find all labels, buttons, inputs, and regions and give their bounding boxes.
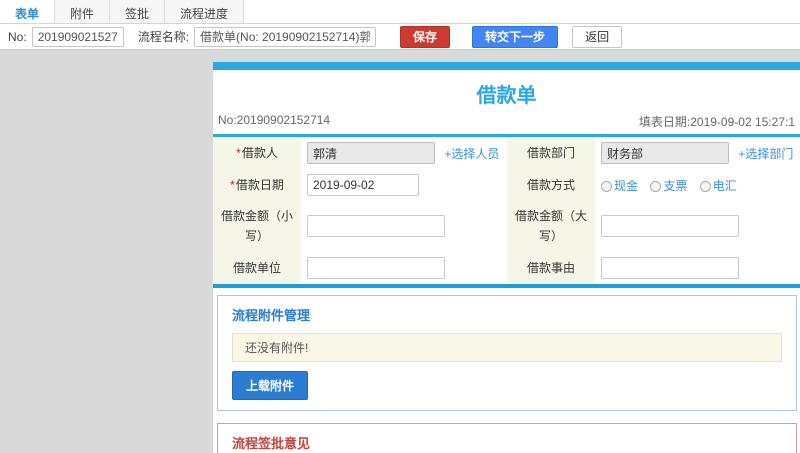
form-header-bar: No: 流程名称: 保存 转交下一步 返回 xyxy=(0,24,800,50)
required-mark: * xyxy=(230,177,235,192)
borrow-unit-input[interactable] xyxy=(307,256,445,279)
no-input[interactable] xyxy=(31,26,124,47)
tab-form[interactable]: 表单 xyxy=(0,0,56,23)
next-step-button[interactable]: 转交下一步 xyxy=(472,25,559,48)
table-row: *借款日期 借款方式 现金 支票 电汇 xyxy=(213,169,800,201)
select-person-link[interactable]: +选择人员 xyxy=(444,147,499,161)
borrower-label: *借款人 xyxy=(213,135,301,169)
amount-uppercase-input[interactable] xyxy=(601,215,739,238)
radio-wire[interactable] xyxy=(699,180,711,192)
panel-top-accent-bar xyxy=(213,62,800,70)
required-mark: * xyxy=(236,145,241,160)
document-no-text: No:20190902152714 xyxy=(218,113,331,127)
amount-lowercase-input[interactable] xyxy=(307,215,445,238)
amount-uppercase-label: 借款金额（大写） xyxy=(507,201,595,252)
radio-wire-label[interactable]: 电汇 xyxy=(713,179,737,193)
borrow-method-label: 借款方式 xyxy=(507,169,595,201)
radio-check-label[interactable]: 支票 xyxy=(663,179,687,193)
tab-attachments[interactable]: 附件 xyxy=(55,0,111,23)
document-title: 借款单 xyxy=(476,85,537,107)
attachment-section-title: 流程附件管理 xyxy=(232,307,311,323)
fill-date-text: 填表日期:2019-09-02 15:27:1 xyxy=(638,115,795,129)
select-department-link[interactable]: +选择部门 xyxy=(738,147,793,161)
tab-approval[interactable]: 签批 xyxy=(110,0,166,23)
borrow-department-label: 借款部门 xyxy=(507,135,595,169)
borrower-input[interactable] xyxy=(307,142,435,164)
tab-process-progress[interactable]: 流程进度 xyxy=(165,0,245,23)
document-panel: 借款单 No:20190902152714 填表日期:2019-09-02 15… xyxy=(213,62,800,453)
attachment-section: 流程附件管理 还没有附件! 上载附件 xyxy=(217,294,797,411)
borrow-unit-label: 借款单位 xyxy=(213,251,301,286)
approval-section: 流程签批意见 B I abc ⌫ ∞ ∞ ⚑ ≡ ≡ ⇤ ⇥ ” 样式 xyxy=(217,422,797,453)
document-meta-row: No:20190902152714 填表日期:2019-09-02 15:27:… xyxy=(213,113,800,134)
radio-check[interactable] xyxy=(650,180,662,192)
loan-form-table: *借款人 +选择人员 借款部门 +选择部门 *借款日期 借款方式 现金 支票 电… xyxy=(213,134,800,288)
back-button[interactable]: 返回 xyxy=(572,25,623,48)
borrow-date-label: *借款日期 xyxy=(213,169,301,201)
save-button[interactable]: 保存 xyxy=(400,25,451,48)
table-row: 借款金额（小写） 借款金额（大写） xyxy=(213,201,800,252)
process-name-label: 流程名称: xyxy=(137,30,190,44)
borrow-date-input[interactable] xyxy=(307,174,419,196)
process-name-input[interactable] xyxy=(194,26,377,47)
borrow-reason-label: 借款事由 xyxy=(507,251,595,286)
radio-cash-label[interactable]: 现金 xyxy=(614,179,638,193)
borrow-department-input[interactable] xyxy=(601,142,729,164)
table-row: 借款单位 借款事由 xyxy=(213,251,800,286)
radio-cash[interactable] xyxy=(601,180,612,192)
tab-bar: 表单 附件 签批 流程进度 xyxy=(0,0,800,24)
no-attachment-message: 还没有附件! xyxy=(232,332,782,362)
amount-lowercase-label: 借款金额（小写） xyxy=(213,201,301,252)
borrow-reason-input[interactable] xyxy=(601,256,739,279)
no-label: No: xyxy=(8,29,27,44)
table-row: *借款人 +选择人员 借款部门 +选择部门 xyxy=(213,135,800,169)
upload-attachment-button[interactable]: 上载附件 xyxy=(232,370,309,400)
approval-section-title: 流程签批意见 xyxy=(232,435,311,451)
